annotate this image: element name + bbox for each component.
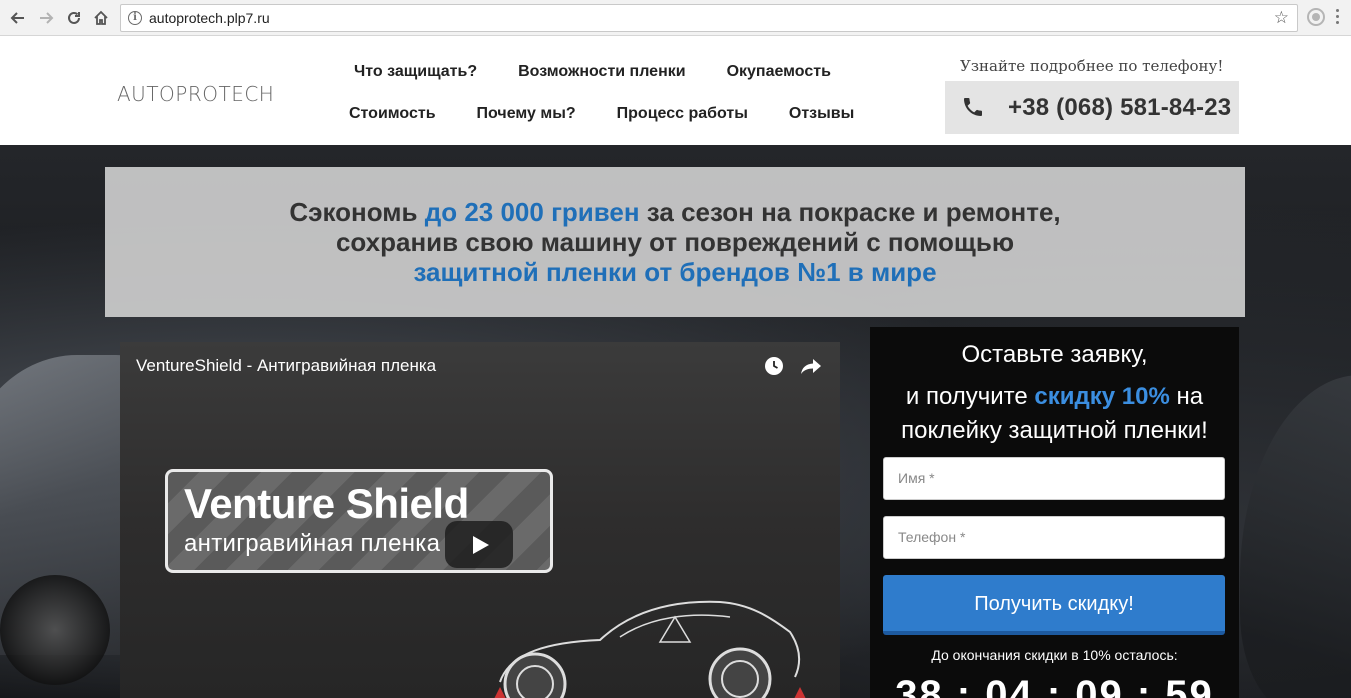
video-card-title: Venture Shield xyxy=(184,480,469,527)
video-title[interactable]: VentureShield - Антигравийная пленка xyxy=(136,356,436,376)
menu-item-work-process[interactable]: Процесс работы xyxy=(617,105,748,123)
play-button[interactable] xyxy=(445,521,513,568)
phone-icon xyxy=(964,98,982,116)
phone-number: +38 (068) 581-84-23 xyxy=(1008,94,1232,121)
car-sketch-image xyxy=(494,600,806,698)
banner-line1: Сэкономь до 23 000 гривен за сезон на по… xyxy=(289,197,1061,227)
countdown-timer: 38 : 04 : 09 : 59 xyxy=(895,673,1214,698)
bookmark-star-icon[interactable]: ☆ xyxy=(1274,8,1289,28)
info-icon[interactable]: i xyxy=(128,11,142,25)
video-player[interactable]: VentureShield - Антигравийная пленка Ven… xyxy=(120,342,840,698)
browser-toolbar: i autoprotech.plp7.ru ☆ xyxy=(0,0,1351,36)
banner-line2: сохранив свою машину от повреждений с по… xyxy=(335,227,1015,257)
lead-form: Оставьте заявку, и получите скидку 10% н… xyxy=(870,327,1239,698)
url-text: autoprotech.plp7.ru xyxy=(149,10,270,26)
countdown-label: До окончания скидки в 10% осталось: xyxy=(931,647,1178,663)
phone-input[interactable]: Телефон * xyxy=(883,516,1225,559)
home-icon[interactable] xyxy=(89,6,113,30)
extension-icon[interactable] xyxy=(1307,8,1325,26)
get-discount-button[interactable]: Получить скидку! xyxy=(883,575,1225,635)
video-card-subtitle: антигравийная пленка xyxy=(184,530,441,557)
address-bar[interactable]: i autoprotech.plp7.ru ☆ xyxy=(120,4,1298,32)
main-menu-row1: Что защищать? Возможности пленки Окупаем… xyxy=(354,63,831,81)
name-input[interactable]: Имя * xyxy=(883,457,1225,500)
reload-icon[interactable] xyxy=(62,6,86,30)
phone-caption: Узнайте подробнее по телефону! xyxy=(960,57,1224,75)
form-heading-line3: поклейку защитной пленки! xyxy=(901,417,1208,444)
background-wheel-image xyxy=(0,575,110,685)
back-icon[interactable] xyxy=(6,6,30,30)
menu-item-reviews[interactable]: Отзывы xyxy=(789,105,854,123)
menu-item-what-to-protect[interactable]: Что защищать? xyxy=(354,63,477,81)
background-car-right-image xyxy=(1240,375,1351,698)
logo[interactable]: AUTOPROTECH xyxy=(117,82,274,106)
form-heading-line1: Оставьте заявку, xyxy=(961,341,1148,368)
main-menu-row2: Стоимость Почему мы? Процесс работы Отзы… xyxy=(349,105,854,123)
watch-later-icon[interactable] xyxy=(764,356,784,376)
browser-menu-icon[interactable] xyxy=(1336,9,1340,27)
banner-line3: защитной пленки от брендов №1 в мире xyxy=(413,257,937,287)
menu-item-film-features[interactable]: Возможности пленки xyxy=(518,63,685,81)
promo-banner: Сэкономь до 23 000 гривен за сезон на по… xyxy=(105,167,1245,317)
phone-box[interactable]: +38 (068) 581-84-23 xyxy=(945,81,1239,134)
forward-icon[interactable] xyxy=(34,6,58,30)
menu-item-payback[interactable]: Окупаемость xyxy=(727,63,831,81)
form-heading-line2: и получите скидку 10% на xyxy=(905,383,1204,410)
share-icon[interactable] xyxy=(800,356,822,376)
menu-item-price[interactable]: Стоимость xyxy=(349,105,436,123)
hero-section: Сэкономь до 23 000 гривен за сезон на по… xyxy=(0,145,1351,698)
menu-item-why-us[interactable]: Почему мы? xyxy=(477,105,576,123)
site-header: AUTOPROTECH Что защищать? Возможности пл… xyxy=(0,36,1351,145)
